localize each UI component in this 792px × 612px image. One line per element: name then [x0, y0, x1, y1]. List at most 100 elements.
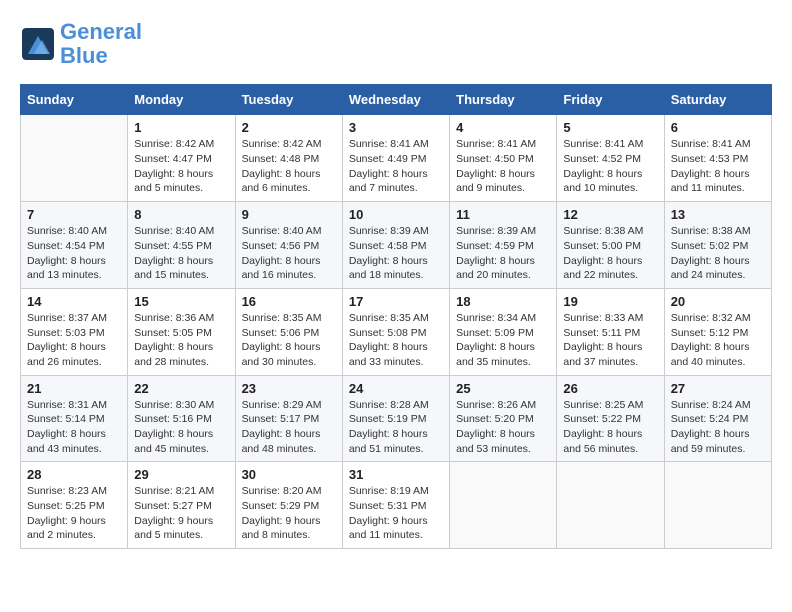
- calendar-week-row: 1Sunrise: 8:42 AMSunset: 4:47 PMDaylight…: [21, 115, 772, 202]
- calendar-cell: 21Sunrise: 8:31 AMSunset: 5:14 PMDayligh…: [21, 375, 128, 462]
- day-info: Sunrise: 8:40 AMSunset: 4:55 PMDaylight:…: [134, 224, 228, 283]
- calendar-cell: 29 Sunrise: 8:21 AMSunset: 5:27 PMDayligh…: [128, 462, 235, 549]
- calendar-cell: 14 Sunrise: 8:37 AMSunset: 5:03 PMDayligh…: [21, 288, 128, 375]
- day-number: 2: [242, 120, 336, 135]
- calendar-week-row: 21Sunrise: 8:31 AMSunset: 5:14 PMDayligh…: [21, 375, 772, 462]
- weekday-header-friday: Friday: [557, 85, 664, 115]
- day-info: Sunrise: 8:38 AMSunset: 5:02 PMDaylight:…: [671, 224, 765, 283]
- day-info: Sunrise: 8:40 AMSunset: 4:54 PMDaylight:…: [27, 224, 121, 283]
- calendar-cell: 4Sunrise: 8:41 AMSunset: 4:50 PMDaylight…: [450, 115, 557, 202]
- day-number: 15: [134, 294, 228, 309]
- day-number: 31: [349, 467, 443, 482]
- calendar-body: 1Sunrise: 8:42 AMSunset: 4:47 PMDaylight…: [21, 115, 772, 549]
- day-number: 19: [563, 294, 657, 309]
- day-info: Sunrise: 8:39 AMSunset: 4:59 PMDaylight:…: [456, 224, 550, 283]
- day-number: 18: [456, 294, 550, 309]
- day-number: 14: [27, 294, 121, 309]
- day-info: Sunrise: 8:34 AMSunset: 5:09 PMDaylight:…: [456, 311, 550, 370]
- day-info: Sunrise: 8:40 AMSunset: 4:56 PMDaylight:…: [242, 224, 336, 283]
- day-number: 29: [134, 467, 228, 482]
- day-info: Sunrise: 8:32 AMSunset: 5:12 PMDaylight:…: [671, 311, 765, 370]
- day-info: Sunrise: 8:36 AMSunset: 5:05 PMDaylight:…: [134, 311, 228, 370]
- day-number: 25: [456, 381, 550, 396]
- calendar-week-row: 14 Sunrise: 8:37 AMSunset: 5:03 PMDayligh…: [21, 288, 772, 375]
- day-number: 20: [671, 294, 765, 309]
- calendar-cell: 28 Sunrise: 8:23 AMSunset: 5:25 PMDayligh…: [21, 462, 128, 549]
- day-info: Sunrise: 8:41 AMSunset: 4:49 PMDaylight:…: [349, 137, 443, 196]
- weekday-header-tuesday: Tuesday: [235, 85, 342, 115]
- calendar-cell: 6 Sunrise: 8:41 AMSunset: 4:53 PMDaylight…: [664, 115, 771, 202]
- day-info: Sunrise: 8:41 AMSunset: 4:53 PMDaylight:…: [671, 137, 765, 196]
- day-info: Sunrise: 8:42 AMSunset: 4:47 PMDaylight:…: [134, 137, 228, 196]
- day-number: 23: [242, 381, 336, 396]
- logo-line1: General: [60, 19, 142, 44]
- calendar-cell: 7 Sunrise: 8:40 AMSunset: 4:54 PMDaylight…: [21, 202, 128, 289]
- day-number: 21: [27, 381, 121, 396]
- day-number: 7: [27, 207, 121, 222]
- day-info: Sunrise: 8:28 AMSunset: 5:19 PMDaylight:…: [349, 398, 443, 457]
- calendar-cell: 1Sunrise: 8:42 AMSunset: 4:47 PMDaylight…: [128, 115, 235, 202]
- calendar-cell: 12 Sunrise: 8:38 AMSunset: 5:00 PMDayligh…: [557, 202, 664, 289]
- day-info: Sunrise: 8:33 AMSunset: 5:11 PMDaylight:…: [563, 311, 657, 370]
- day-number: 9: [242, 207, 336, 222]
- calendar-cell: 2 Sunrise: 8:42 AMSunset: 4:48 PMDaylight…: [235, 115, 342, 202]
- weekday-header-thursday: Thursday: [450, 85, 557, 115]
- day-info: Sunrise: 8:23 AMSunset: 5:25 PMDaylight:…: [27, 484, 121, 543]
- logo-text: General Blue: [60, 20, 142, 68]
- calendar-week-row: 7 Sunrise: 8:40 AMSunset: 4:54 PMDaylight…: [21, 202, 772, 289]
- day-info: Sunrise: 8:26 AMSunset: 5:20 PMDaylight:…: [456, 398, 550, 457]
- calendar-cell: 16Sunrise: 8:35 AMSunset: 5:06 PMDayligh…: [235, 288, 342, 375]
- day-number: 6: [671, 120, 765, 135]
- logo-icon: [20, 26, 56, 62]
- day-info: Sunrise: 8:30 AMSunset: 5:16 PMDaylight:…: [134, 398, 228, 457]
- calendar-cell: 17 Sunrise: 8:35 AMSunset: 5:08 PMDayligh…: [342, 288, 449, 375]
- calendar-cell: 13 Sunrise: 8:38 AMSunset: 5:02 PMDayligh…: [664, 202, 771, 289]
- day-number: 10: [349, 207, 443, 222]
- day-info: Sunrise: 8:37 AMSunset: 5:03 PMDaylight:…: [27, 311, 121, 370]
- day-info: Sunrise: 8:25 AMSunset: 5:22 PMDaylight:…: [563, 398, 657, 457]
- weekday-header-wednesday: Wednesday: [342, 85, 449, 115]
- day-number: 28: [27, 467, 121, 482]
- calendar-cell: 10 Sunrise: 8:39 AMSunset: 4:58 PMDayligh…: [342, 202, 449, 289]
- calendar-cell: 20 Sunrise: 8:32 AMSunset: 5:12 PMDayligh…: [664, 288, 771, 375]
- calendar-header: SundayMondayTuesdayWednesdayThursdayFrid…: [21, 85, 772, 115]
- day-info: Sunrise: 8:42 AMSunset: 4:48 PMDaylight:…: [242, 137, 336, 196]
- calendar-cell: 31Sunrise: 8:19 AMSunset: 5:31 PMDayligh…: [342, 462, 449, 549]
- day-number: 8: [134, 207, 228, 222]
- calendar-cell: 11 Sunrise: 8:39 AMSunset: 4:59 PMDayligh…: [450, 202, 557, 289]
- calendar-cell: 26Sunrise: 8:25 AMSunset: 5:22 PMDayligh…: [557, 375, 664, 462]
- page-header: General Blue: [20, 20, 772, 68]
- calendar-cell: [21, 115, 128, 202]
- weekday-header-monday: Monday: [128, 85, 235, 115]
- calendar-cell: 25 Sunrise: 8:26 AMSunset: 5:20 PMDayligh…: [450, 375, 557, 462]
- day-number: 11: [456, 207, 550, 222]
- day-number: 3: [349, 120, 443, 135]
- day-info: Sunrise: 8:20 AMSunset: 5:29 PMDaylight:…: [242, 484, 336, 543]
- day-info: Sunrise: 8:21 AMSunset: 5:27 PMDaylight:…: [134, 484, 228, 543]
- logo-line2: Blue: [60, 43, 108, 68]
- weekday-header-saturday: Saturday: [664, 85, 771, 115]
- calendar-table: SundayMondayTuesdayWednesdayThursdayFrid…: [20, 84, 772, 549]
- day-number: 13: [671, 207, 765, 222]
- day-number: 12: [563, 207, 657, 222]
- calendar-week-row: 28 Sunrise: 8:23 AMSunset: 5:25 PMDayligh…: [21, 462, 772, 549]
- calendar-cell: 15 Sunrise: 8:36 AMSunset: 5:05 PMDayligh…: [128, 288, 235, 375]
- day-info: Sunrise: 8:39 AMSunset: 4:58 PMDaylight:…: [349, 224, 443, 283]
- day-info: Sunrise: 8:38 AMSunset: 5:00 PMDaylight:…: [563, 224, 657, 283]
- day-number: 17: [349, 294, 443, 309]
- calendar-cell: [557, 462, 664, 549]
- day-number: 30: [242, 467, 336, 482]
- calendar-cell: 24Sunrise: 8:28 AMSunset: 5:19 PMDayligh…: [342, 375, 449, 462]
- calendar-cell: 22Sunrise: 8:30 AMSunset: 5:16 PMDayligh…: [128, 375, 235, 462]
- calendar-cell: 19 Sunrise: 8:33 AMSunset: 5:11 PMDayligh…: [557, 288, 664, 375]
- weekday-header-sunday: Sunday: [21, 85, 128, 115]
- day-number: 16: [242, 294, 336, 309]
- weekday-header-row: SundayMondayTuesdayWednesdayThursdayFrid…: [21, 85, 772, 115]
- calendar-cell: 9 Sunrise: 8:40 AMSunset: 4:56 PMDaylight…: [235, 202, 342, 289]
- day-info: Sunrise: 8:24 AMSunset: 5:24 PMDaylight:…: [671, 398, 765, 457]
- calendar-cell: 5Sunrise: 8:41 AMSunset: 4:52 PMDaylight…: [557, 115, 664, 202]
- calendar-cell: 8 Sunrise: 8:40 AMSunset: 4:55 PMDaylight…: [128, 202, 235, 289]
- day-info: Sunrise: 8:41 AMSunset: 4:52 PMDaylight:…: [563, 137, 657, 196]
- day-info: Sunrise: 8:35 AMSunset: 5:08 PMDaylight:…: [349, 311, 443, 370]
- calendar-cell: 3 Sunrise: 8:41 AMSunset: 4:49 PMDaylight…: [342, 115, 449, 202]
